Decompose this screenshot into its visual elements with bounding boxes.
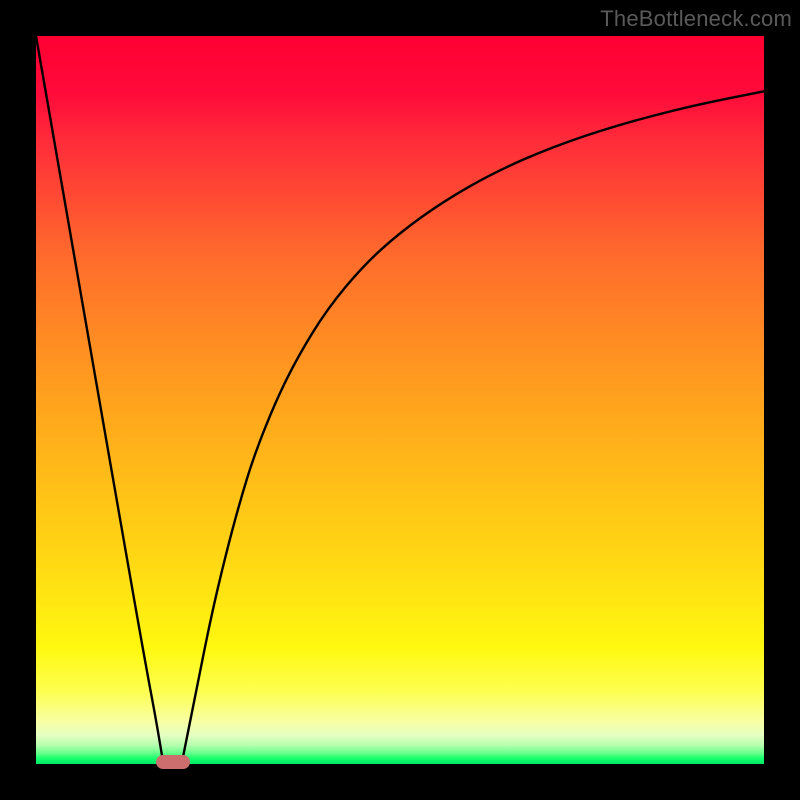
watermark-text: TheBottleneck.com bbox=[600, 6, 792, 32]
chart-frame: TheBottleneck.com bbox=[0, 0, 800, 800]
plot-area bbox=[36, 36, 764, 764]
curve-right-branch bbox=[182, 91, 764, 764]
curve-left-branch bbox=[36, 36, 163, 764]
minimum-marker bbox=[156, 755, 190, 769]
curve-layer bbox=[36, 36, 764, 764]
